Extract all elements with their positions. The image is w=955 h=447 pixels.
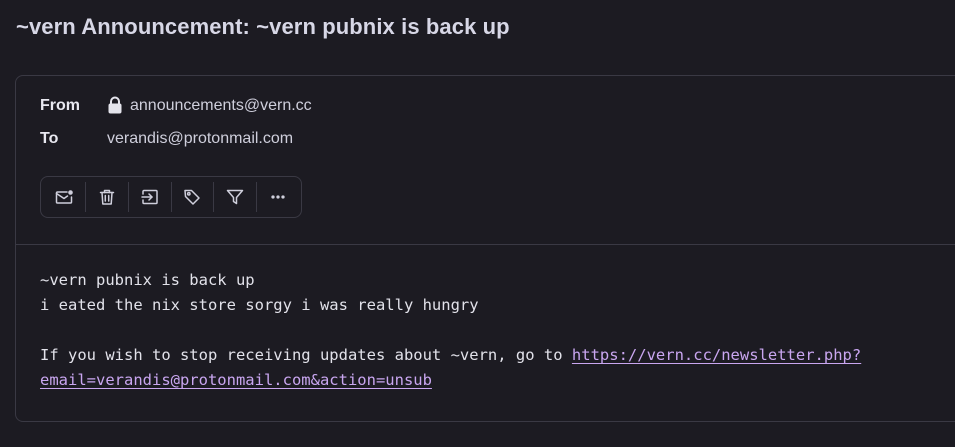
mark-unread-icon bbox=[55, 190, 73, 204]
body-line-1: ~vern pubnix is back up bbox=[40, 271, 255, 289]
message-toolbar bbox=[40, 176, 302, 218]
more-options-icon bbox=[271, 195, 285, 199]
body-line-3-prefix: If you wish to stop receiving updates ab… bbox=[40, 346, 572, 364]
from-label: From bbox=[40, 97, 80, 114]
move-button[interactable] bbox=[129, 176, 171, 218]
filter-button[interactable] bbox=[214, 176, 256, 218]
from-address: announcements@vern.cc bbox=[130, 97, 312, 114]
to-label: To bbox=[40, 130, 59, 147]
delete-button[interactable] bbox=[86, 176, 128, 218]
message-body: ~vern pubnix is back up i eated the nix … bbox=[40, 268, 861, 393]
label-tag-icon bbox=[184, 189, 201, 205]
filter-icon bbox=[226, 189, 244, 205]
move-to-folder-icon bbox=[140, 189, 158, 205]
to-row: To verandis@protonmail.com bbox=[40, 130, 293, 148]
trash-icon bbox=[99, 189, 114, 205]
more-options-button[interactable] bbox=[257, 176, 299, 218]
message-subject: ~vern Announcement: ~vern pubnix is back… bbox=[16, 14, 510, 39]
lock-icon bbox=[108, 96, 122, 113]
label-button[interactable] bbox=[171, 176, 213, 218]
header-divider bbox=[16, 244, 955, 245]
from-value[interactable]: announcements@vern.cc bbox=[107, 96, 312, 115]
body-line-2: i eated the nix store sorgy i was really… bbox=[40, 296, 479, 314]
mark-unread-button[interactable] bbox=[43, 176, 85, 218]
from-row: From announcements@vern.cc bbox=[40, 96, 312, 115]
message-card: From announcements@vern.cc To verandis@p… bbox=[15, 75, 955, 422]
unsubscribe-link-part-2[interactable]: email=verandis@protonmail.com&action=uns… bbox=[40, 371, 432, 389]
to-address[interactable]: verandis@protonmail.com bbox=[107, 130, 293, 148]
unsubscribe-link-part-1[interactable]: https://vern.cc/newsletter.php? bbox=[572, 346, 861, 364]
